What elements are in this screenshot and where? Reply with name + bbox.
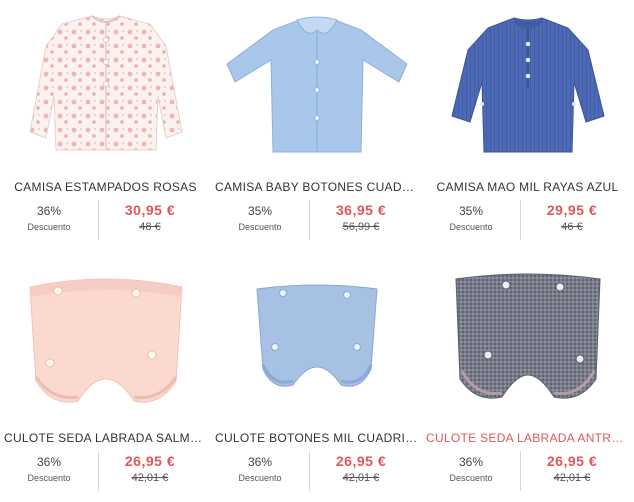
discount-label: Descuento: [238, 473, 282, 483]
price-divider: [520, 451, 521, 491]
product-image-blue-check-bloomer[interactable]: [211, 251, 422, 419]
old-price: 42,01 €: [553, 472, 591, 484]
discount-percent: 36%: [36, 204, 62, 218]
discount-percent: 35%: [247, 204, 273, 218]
old-price: 46 €: [561, 221, 583, 233]
current-price: 29,95 €: [546, 202, 598, 218]
price-block: 30,95 € 48 €: [102, 202, 198, 233]
price-block: 26,95 € 42,01 €: [524, 453, 620, 484]
price-divider: [309, 200, 310, 240]
product-card[interactable]: CAMISA MAO MIL RAYAS AZUL 35% Descuento …: [422, 0, 633, 251]
product-card[interactable]: CULOTE BOTONES MIL CUADRITOS 36% Descuen…: [211, 251, 422, 502]
product-title[interactable]: CAMISA BABY BOTONES CUADRIT...: [215, 180, 418, 194]
product-image-blue-mao-shirt[interactable]: [422, 0, 633, 168]
product-card[interactable]: CULOTE SEDA LABRADA SALMON 36% Descuento…: [0, 251, 211, 502]
product-title[interactable]: CULOTE SEDA LABRADA SALMON: [4, 431, 207, 445]
discount-percent: 36%: [458, 455, 484, 469]
discount-label: Descuento: [27, 473, 71, 483]
current-price: 26,95 €: [546, 453, 598, 469]
product-card[interactable]: CAMISA BABY BOTONES CUADRIT... 35% Descu…: [211, 0, 422, 251]
price-divider: [98, 200, 99, 240]
price-block: 26,95 € 42,01 €: [102, 453, 198, 484]
price-block: 26,95 € 42,01 €: [313, 453, 409, 484]
current-price: 26,95 €: [335, 453, 387, 469]
price-divider: [98, 451, 99, 491]
old-price: 56,99 €: [342, 221, 380, 233]
discount-label: Descuento: [449, 222, 493, 232]
discount-block: 35% Descuento: [428, 204, 514, 232]
product-image-grey-bloomer[interactable]: [422, 251, 633, 419]
current-price: 30,95 €: [124, 202, 176, 218]
product-title[interactable]: CULOTE SEDA LABRADA ANTRACI...: [426, 431, 629, 445]
discount-block: 36% Descuento: [217, 455, 303, 483]
discount-label: Descuento: [449, 473, 493, 483]
current-price: 36,95 €: [335, 202, 387, 218]
discount-block: 36% Descuento: [428, 455, 514, 483]
product-title[interactable]: CAMISA MAO MIL RAYAS AZUL: [426, 180, 629, 194]
product-image-light-blue-collar-shirt[interactable]: [211, 0, 422, 168]
product-card[interactable]: CAMISA ESTAMPADOS ROSAS 36% Descuento 30…: [0, 0, 211, 251]
discount-label: Descuento: [238, 222, 282, 232]
discount-block: 36% Descuento: [6, 455, 92, 483]
old-price: 42,01 €: [342, 472, 380, 484]
product-title[interactable]: CULOTE BOTONES MIL CUADRITOS: [215, 431, 418, 445]
old-price: 48 €: [139, 221, 161, 233]
price-divider: [520, 200, 521, 240]
price-block: 29,95 € 46 €: [524, 202, 620, 233]
discount-percent: 36%: [36, 455, 62, 469]
product-title[interactable]: CAMISA ESTAMPADOS ROSAS: [4, 180, 207, 194]
price-divider: [309, 451, 310, 491]
current-price: 26,95 €: [124, 453, 176, 469]
discount-percent: 35%: [458, 204, 484, 218]
discount-percent: 36%: [247, 455, 273, 469]
old-price: 42,01 €: [131, 472, 169, 484]
discount-block: 36% Descuento: [6, 204, 92, 232]
product-card[interactable]: CULOTE SEDA LABRADA ANTRACI... 36% Descu…: [422, 251, 633, 502]
price-block: 36,95 € 56,99 €: [313, 202, 409, 233]
product-image-pink-floral-shirt[interactable]: [0, 0, 211, 168]
product-image-salmon-bloomer[interactable]: [0, 251, 211, 419]
discount-label: Descuento: [27, 222, 71, 232]
discount-block: 35% Descuento: [217, 204, 303, 232]
